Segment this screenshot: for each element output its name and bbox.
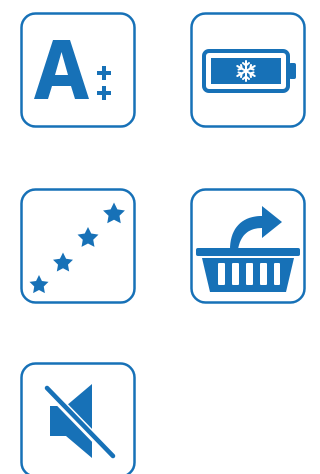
rising-stars-tile: [20, 188, 136, 304]
sound-muted-icon: [20, 362, 136, 474]
basket-export-icon: [190, 188, 306, 304]
feature-icon-grid: [0, 0, 306, 474]
battery-freeze-tile: [190, 12, 306, 128]
battery-freeze-icon: [190, 12, 306, 128]
energy-rating-tile: [20, 12, 136, 128]
basket-export-tile: [190, 188, 306, 304]
energy-rating-a-plus-plus-icon: [20, 12, 136, 128]
sound-muted-tile: [20, 362, 136, 474]
rising-stars-icon: [20, 188, 136, 304]
